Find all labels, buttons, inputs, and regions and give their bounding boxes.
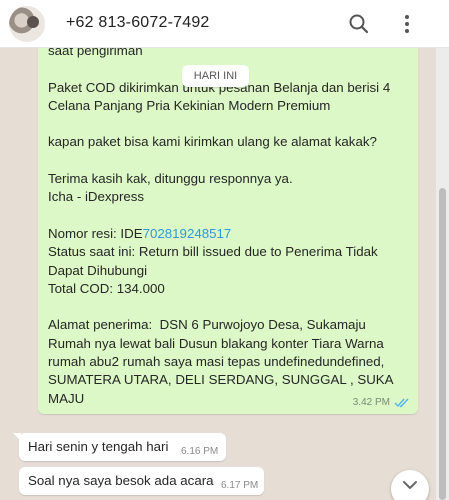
msg-line: MAJU — [48, 390, 85, 406]
double-check-read-icon — [394, 398, 409, 408]
msg-line: SUMATERA UTARA, DELI SERDANG, SUNGGAL , … — [48, 372, 394, 388]
msg-line: Dapat Dihubungi — [48, 262, 148, 278]
contact-avatar[interactable] — [9, 6, 45, 42]
message-time: 6.16 PM — [181, 446, 219, 457]
msg-line: Rumah nya lewat bali Dusun blakang konte… — [48, 335, 384, 351]
scroll-to-bottom-button[interactable] — [391, 470, 429, 500]
bubble-tail — [13, 433, 21, 441]
resi-number-link[interactable]: 702819248517 — [143, 226, 232, 241]
scrollbar-thumb[interactable] — [439, 188, 446, 500]
msg-line: Status saat ini: Return bill issued due … — [48, 244, 378, 260]
contact-name[interactable]: +62 813-6072-7492 — [66, 14, 210, 32]
msg-line: Celana Panjang Pria Kekinian Modern Prem… — [48, 97, 331, 113]
outgoing-message-meta: 3.42 PM — [353, 397, 410, 408]
incoming-message-bubble[interactable]: Soal nya saya besok ada acara 6.17 PM — [19, 467, 264, 495]
chat-area[interactable]: saat pengiriman Paket COD dikirimkan unt… — [0, 48, 436, 500]
msg-line: Terima kasih kak, ditunggu responnya ya. — [48, 171, 293, 187]
avatar-figure — [27, 16, 39, 28]
date-chip: HARI INI — [182, 65, 249, 87]
incoming-message-text: Soal nya saya besok ada acara — [28, 473, 214, 488]
msg-line: rumah abu2 rumah saya masi tepas undefin… — [48, 354, 385, 370]
chat-scrollbar[interactable] — [436, 48, 449, 500]
msg-line: kapan paket bisa kami kirimkan ulang ke … — [48, 134, 377, 150]
message-time: 3.42 PM — [352, 397, 390, 408]
msg-line: Total COD: 134.000 — [48, 280, 165, 296]
msg-line: Alamat penerima: DSN 6 Purwojoyo Desa, S… — [48, 317, 366, 333]
outgoing-message-text: saat pengiriman Paket COD dikirimkan unt… — [48, 48, 410, 408]
incoming-message-bubble[interactable]: Hari senin y tengah hari 6.16 PM — [13, 433, 226, 461]
resi-label: Nomor resi: IDE — [48, 225, 143, 241]
message-time: 6.17 PM — [221, 480, 259, 491]
chat-header: +62 813-6072-7492 — [0, 0, 449, 48]
incoming-message-text: Hari senin y tengah hari — [28, 439, 169, 454]
outgoing-message-bubble[interactable]: saat pengiriman Paket COD dikirimkan unt… — [38, 48, 418, 414]
msg-line: saat pengiriman — [48, 48, 143, 58]
search-icon[interactable] — [347, 12, 371, 36]
msg-line: Icha - iDexpress — [48, 189, 145, 205]
kebab-menu-icon[interactable] — [395, 12, 419, 36]
chevron-down-icon — [403, 481, 417, 489]
